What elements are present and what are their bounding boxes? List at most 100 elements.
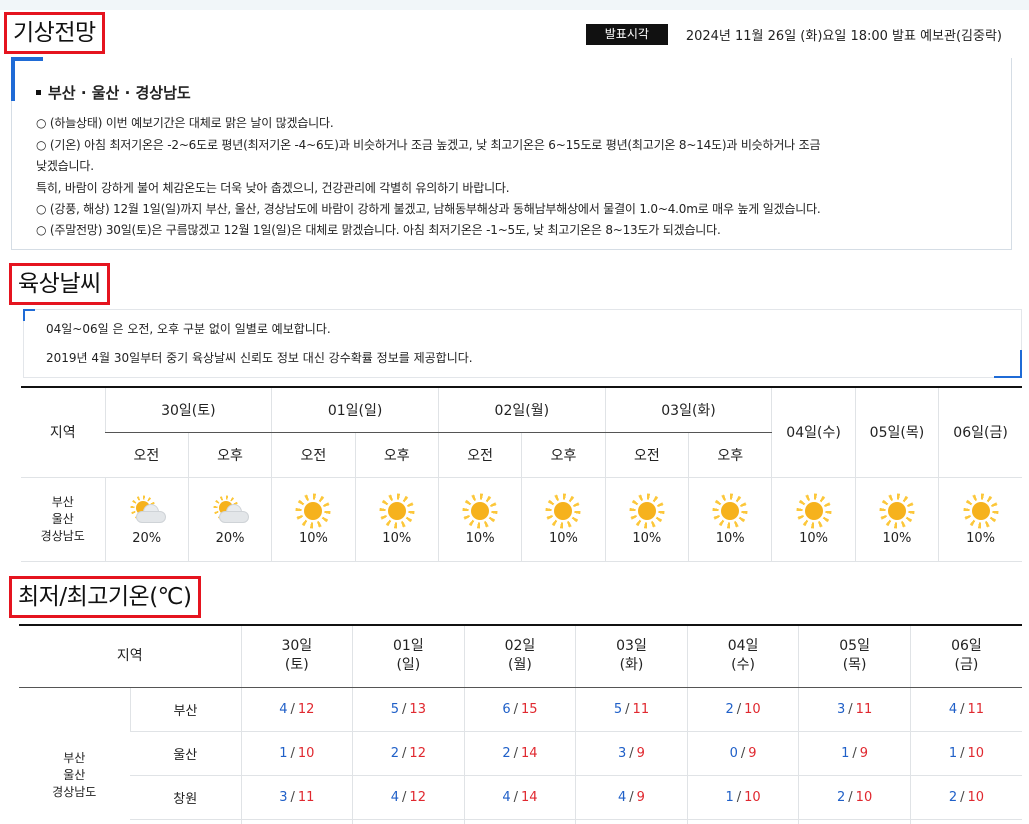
sunny-icon xyxy=(295,492,332,529)
region-name: 경상남도 xyxy=(52,784,97,799)
notice-line: 04일~06일 은 오전, 오후 구분 없이 일별로 예보합니다. xyxy=(46,322,331,336)
announce-badge: 발표시각 xyxy=(585,24,668,45)
precip-prob: 10% xyxy=(549,530,578,546)
temp-cell: 2/10 xyxy=(798,775,911,820)
outlook-line: ○ (하늘상태) 이번 예보기간은 대체로 맑은 날이 많겠습니다. xyxy=(36,116,334,130)
sunny-icon xyxy=(878,492,915,529)
city-name: 부산 xyxy=(129,687,242,732)
date-header: 30일 (토) xyxy=(240,625,353,688)
outlook-line: 낮겠습니다. xyxy=(36,159,94,173)
sunny-icon xyxy=(962,492,999,529)
pm-header: 오후 xyxy=(354,432,439,478)
day-header: 06일(금) xyxy=(938,387,1022,478)
date-header: 02일 (월) xyxy=(463,625,576,688)
forecast-cell: 10% xyxy=(354,477,439,562)
pm-header: 오후 xyxy=(688,432,772,478)
temp-cell: 5/13 xyxy=(352,687,465,732)
precip-prob: 10% xyxy=(715,530,745,546)
precip-prob: 10% xyxy=(465,530,495,546)
temp-cell: 3/11 xyxy=(798,687,911,732)
outlook-line: 특히, 바람이 강하게 불어 체감온도는 더욱 낮아 춥겠으니, 건강관리에 각… xyxy=(36,181,510,195)
announce-info: 발표시각 2024년 11월 26일 (화)요일 18:00 발표 예보관(김중… xyxy=(585,24,1002,45)
am-header: 오전 xyxy=(105,432,189,478)
section-title-temperature: 최저/최고기온(℃) xyxy=(9,576,201,618)
region-name: 울산 xyxy=(63,767,86,782)
temp-cell: 5/11 xyxy=(575,687,688,732)
forecast-cell: 20% xyxy=(187,477,272,562)
temp-cell xyxy=(575,819,688,824)
day-header: 01일(일) xyxy=(271,387,439,433)
temp-cell: 4/14 xyxy=(463,775,576,820)
city-name xyxy=(130,819,242,824)
temp-cell: 1/10 xyxy=(686,775,799,820)
table-row: 울산 1/10 2/12 2/14 3/9 0/9 1/9 1/10 xyxy=(19,731,1022,776)
sunny-icon xyxy=(795,492,832,529)
temp-cell xyxy=(798,819,911,824)
table-row: 창원 3/11 4/12 4/14 4/9 1/10 2/10 2/10 xyxy=(19,775,1022,820)
sunny-icon xyxy=(628,492,665,529)
outlook-box: 부산 · 울산 · 경상남도 ○ (하늘상태) 이번 예보기간은 대체로 맑은 … xyxy=(11,57,1012,250)
temp-cell: 2/10 xyxy=(686,687,799,732)
forecast-cell: 10% xyxy=(437,477,522,562)
pm-header: 오후 xyxy=(521,432,606,478)
notice-line: 2019년 4월 30일부터 중기 육상날씨 신뢰도 정보 대신 강수확률 정보… xyxy=(46,351,473,365)
region-name: 부산 xyxy=(63,750,86,765)
region-name: 경상남도 xyxy=(40,528,85,543)
forecast-cell: 10% xyxy=(521,477,606,562)
am-header: 오전 xyxy=(271,432,356,478)
forecast-cell: 10% xyxy=(938,477,1022,562)
temp-cell: 1/9 xyxy=(798,731,911,776)
sunny-icon xyxy=(378,492,415,529)
temp-cell: 6/15 xyxy=(463,687,576,732)
region-header: 지역 xyxy=(19,625,242,688)
region-cell: 부산 울산 경상남도 xyxy=(21,477,105,562)
temp-cell: 4/9 xyxy=(575,775,688,820)
am-header: 오전 xyxy=(604,432,689,478)
partly-cloudy-icon xyxy=(126,493,168,529)
sunny-icon xyxy=(545,492,582,529)
forecast-cell: 10% xyxy=(688,477,772,562)
forecast-cell: 10% xyxy=(854,477,939,562)
temp-cell: 3/11 xyxy=(240,775,353,820)
precip-prob: 10% xyxy=(882,530,912,546)
temp-cell: 2/14 xyxy=(463,731,576,776)
land-weather-table: 지역 30일(토) 01일(일) 02일(월) 03일(화) 04일(수) 05… xyxy=(21,386,1022,562)
forecast-cell: 20% xyxy=(104,477,189,562)
temperature-table: 지역 30일 (토) 01일 (일) 02일 (월) 03일 (화) 04일 (수) 05… xyxy=(19,624,1022,824)
outlook-line: ○ (주말전망) 30일(토)은 구름많겠고 12월 1일(일)은 대체로 맑겠… xyxy=(36,223,721,237)
forecast-cell: 10% xyxy=(771,477,856,562)
temp-cell xyxy=(352,819,465,824)
top-band xyxy=(0,0,1029,10)
outlook-region: 부산 · 울산 · 경상남도 xyxy=(36,82,191,103)
forecast-cell: 10% xyxy=(271,477,356,562)
sunny-icon xyxy=(712,492,749,529)
temp-cell: 4/12 xyxy=(240,687,353,732)
am-header: 오전 xyxy=(437,432,522,478)
date-header: 04일 (수) xyxy=(686,625,799,688)
precip-prob: 10% xyxy=(632,530,662,546)
temp-cell: 2/10 xyxy=(909,775,1022,820)
region-name: 울산 xyxy=(51,511,74,526)
temp-cell: 1/10 xyxy=(240,731,353,776)
table-row xyxy=(19,819,1022,824)
region-name: 부산 xyxy=(51,494,74,509)
table-row: 부산 울산 경상남도 부산 4/12 5/13 6/15 5/11 2/10 3… xyxy=(19,687,1022,824)
pm-header: 오후 xyxy=(187,432,272,478)
precip-prob: 10% xyxy=(966,530,995,546)
temp-cell: 4/11 xyxy=(909,687,1022,732)
day-header: 05일(목) xyxy=(854,387,939,478)
city-name: 울산 xyxy=(130,731,242,776)
announce-time: 2024년 11월 26일 (화)요일 18:00 발표 예보관(김중락) xyxy=(685,29,1002,44)
forecast-cell: 10% xyxy=(604,477,689,562)
temp-cell: 1/10 xyxy=(909,731,1022,776)
precip-prob: 10% xyxy=(298,530,328,546)
sunny-icon xyxy=(462,492,499,529)
day-header: 04일(수) xyxy=(771,387,856,478)
date-header: 05일 (목) xyxy=(798,625,911,688)
temp-cell xyxy=(909,819,1022,824)
day-header: 30일(토) xyxy=(104,387,272,433)
temp-cell xyxy=(463,819,576,824)
date-header: 01일 (일) xyxy=(352,625,465,688)
temp-cell: 0/9 xyxy=(686,731,799,776)
partly-cloudy-icon xyxy=(209,493,251,529)
